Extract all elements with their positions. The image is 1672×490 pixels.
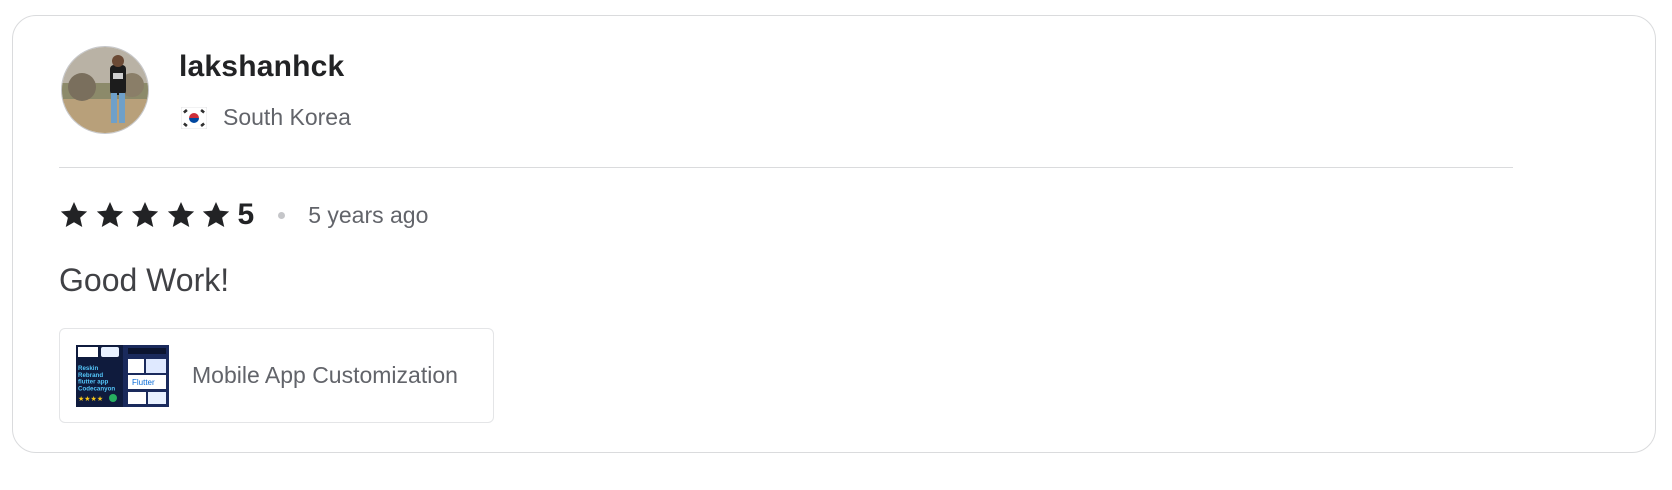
gig-title: Mobile App Customization	[192, 362, 458, 388]
star-icon	[131, 202, 159, 227]
gig-link[interactable]: Reskin Rebrand flutter app Codecanyon Flutt…	[59, 328, 494, 423]
star-icon	[96, 202, 123, 227]
country-row: South Korea	[181, 104, 351, 131]
south-korea-flag-icon	[181, 106, 207, 129]
country-label: South Korea	[223, 104, 351, 130]
review-card: lakshanhck South Korea 5 5 years ago Goo…	[12, 15, 1656, 453]
review-text: Good Work!	[59, 262, 230, 298]
star-icon	[60, 202, 88, 227]
separator-dot	[278, 211, 286, 219]
rating-score: 5	[237, 198, 255, 231]
svg-text:★★★★: ★★★★	[78, 395, 103, 403]
username[interactable]: lakshanhck	[179, 50, 344, 84]
rating-row: 5 5 years ago	[59, 198, 428, 232]
avatar-image	[62, 47, 148, 133]
divider	[59, 167, 1513, 168]
star-rating	[59, 200, 237, 230]
avatar[interactable]	[61, 46, 149, 134]
star-icon	[202, 202, 230, 227]
svg-text:Flutter: Flutter	[132, 378, 155, 387]
gig-thumbnail: Reskin Rebrand flutter app Codecanyon Flutt…	[76, 344, 169, 407]
star-icon	[167, 202, 194, 227]
review-time: 5 years ago	[308, 201, 429, 228]
